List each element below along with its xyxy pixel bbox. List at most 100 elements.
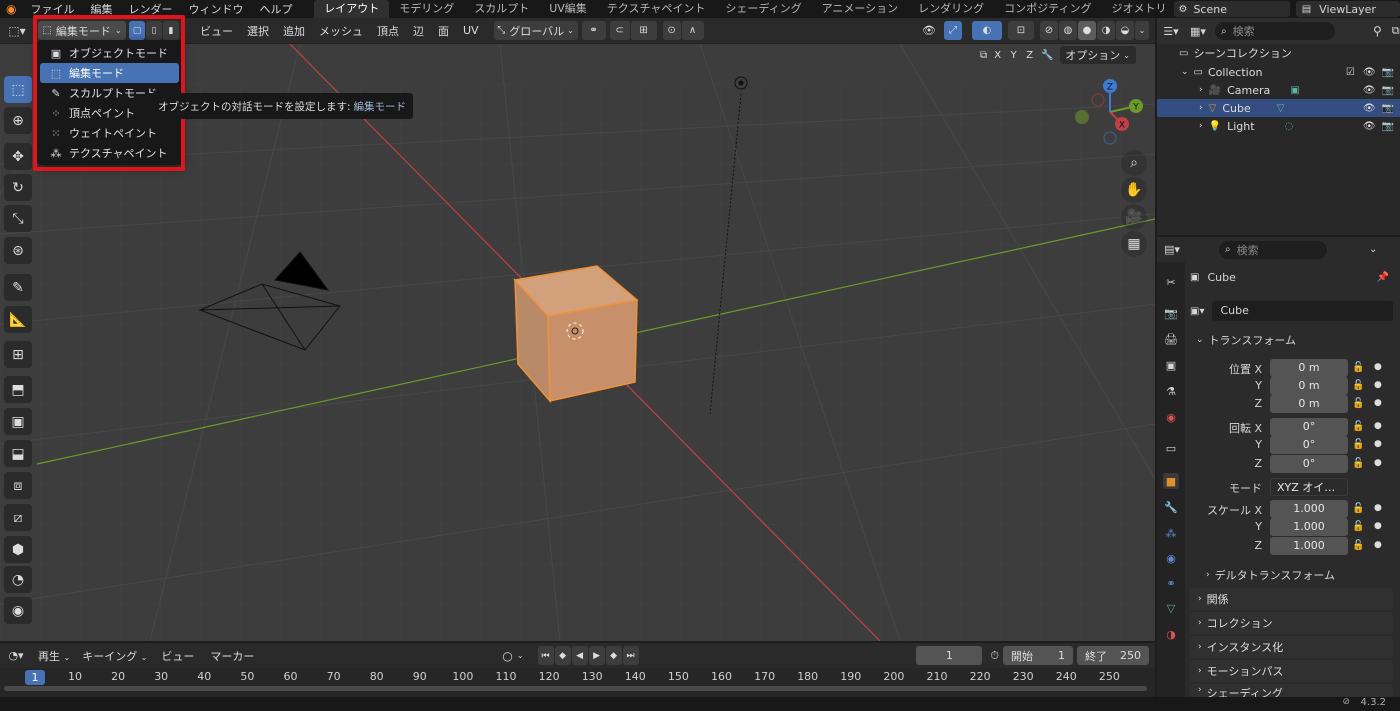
constraints-icon[interactable]: ⚭ — [1163, 575, 1179, 591]
eye-icon[interactable]: 👁 — [1363, 85, 1376, 96]
scale-z-field[interactable]: 1.000 — [1270, 537, 1348, 555]
cursor-tool[interactable]: ⊕ — [4, 107, 32, 134]
lock-icon[interactable]: 🔓 — [1352, 421, 1364, 432]
keyframe-dot-icon[interactable]: ● — [1374, 398, 1382, 408]
render-shading-button[interactable]: ◒ — [1116, 21, 1134, 40]
scale-x-field[interactable]: 1.000 — [1270, 500, 1348, 518]
play-button[interactable]: ▶ — [588, 646, 605, 665]
keyframe-dot-icon[interactable]: ● — [1374, 458, 1382, 468]
view-layer-icon[interactable]: ▣ — [1163, 357, 1179, 373]
face-select-button[interactable]: ▮ — [163, 21, 179, 40]
move-tool[interactable]: ✥ — [4, 143, 32, 170]
overlays-button[interactable]: ◐ — [972, 21, 1002, 40]
outliner-search[interactable]: ⌕ 検索 — [1215, 22, 1335, 40]
outliner-scene-collection[interactable]: ▭ シーンコレクション — [1157, 44, 1400, 62]
shading-options-button[interactable]: ⌄ — [1135, 21, 1149, 40]
object-name-field[interactable]: Cube — [1212, 301, 1393, 321]
wire-shading-button[interactable]: ◍ — [1059, 21, 1077, 40]
scene-selector[interactable]: ⚙ Scene — [1174, 1, 1290, 17]
keyframe-dot-icon[interactable]: ● — [1374, 362, 1382, 372]
mode-item-weight-paint[interactable]: ⁙ ウェイトペイント — [40, 123, 179, 143]
lock-icon[interactable]: 🔓 — [1352, 439, 1364, 450]
section-shading[interactable]: › シェーディング — [1190, 684, 1393, 697]
lock-icon[interactable]: 🔓 — [1352, 398, 1364, 409]
camera-render-icon[interactable]: 📷 — [1382, 67, 1394, 78]
visibility-button[interactable]: 👁 — [916, 21, 942, 40]
zoom-icon[interactable]: ⌕ — [1121, 150, 1147, 176]
chevron-down-icon[interactable]: ⌄ — [1369, 244, 1377, 255]
poly-build-tool[interactable]: ⬢ — [4, 536, 32, 563]
keyframe-dot-icon[interactable]: ● — [1374, 521, 1382, 531]
tab-modeling[interactable]: モデリング — [389, 0, 464, 18]
mode-item-texture-paint[interactable]: ⁂ テクスチャペイント — [40, 143, 179, 163]
tab-uv-editing[interactable]: UV編集 — [539, 0, 597, 18]
camera-render-icon[interactable]: 📷 — [1382, 121, 1394, 132]
outliner-item-cube[interactable]: › ▽ Cube ▽ 👁 📷 — [1157, 99, 1400, 117]
editor-type-button[interactable]: ▤▾ — [1157, 243, 1187, 256]
collection-icon[interactable]: ▭ — [1163, 440, 1179, 456]
material-shading-button[interactable]: ◑ — [1097, 21, 1115, 40]
measure-tool[interactable]: 📐 — [4, 306, 32, 333]
menu-vertex[interactable]: 頂点 — [370, 23, 406, 39]
bevel-tool[interactable]: ⬓ — [4, 440, 32, 467]
eye-icon[interactable]: 👁 — [1363, 121, 1376, 132]
camera-render-icon[interactable]: 📷 — [1382, 85, 1394, 96]
lock-icon[interactable]: 🔓 — [1352, 458, 1364, 469]
menu-playback[interactable]: 再生 ⌄ — [32, 648, 76, 664]
pin-icon[interactable]: 📌 — [1377, 272, 1389, 283]
tab-rendering[interactable]: レンダリング — [908, 0, 994, 18]
timeline-scrollbar[interactable] — [4, 686, 1147, 691]
options-dropdown[interactable]: オプション ⌄ — [1059, 46, 1136, 64]
jump-keyframe-back-button[interactable]: ◆ — [554, 646, 571, 665]
menu-keying[interactable]: キーイング ⌄ — [76, 648, 153, 664]
current-frame-marker[interactable]: 1 — [25, 670, 45, 685]
navigation-gizmo[interactable]: Y Z X — [1070, 72, 1150, 152]
delta-transform-header[interactable]: › デルタトランスフォーム — [1206, 566, 1386, 584]
mode-item-edit[interactable]: ⬚ 編集モード — [40, 63, 179, 83]
keyframe-dot-icon[interactable]: ● — [1374, 540, 1382, 550]
menu-help[interactable]: ヘルプ — [251, 1, 300, 17]
tab-layout[interactable]: レイアウト — [314, 0, 390, 18]
auto-keying-button[interactable]: ○ — [502, 649, 512, 663]
rotation-y-field[interactable]: 0° — [1270, 436, 1348, 454]
section-instancing[interactable]: › インスタンス化 — [1190, 636, 1393, 658]
inset-tool[interactable]: ▣ — [4, 408, 32, 435]
mode-item-object[interactable]: ▣ オブジェクトモード — [40, 43, 179, 63]
output-icon[interactable]: 🖨 — [1163, 331, 1179, 347]
keyframe-dot-icon[interactable]: ● — [1374, 503, 1382, 513]
filter-icon[interactable]: ⚲ — [1373, 24, 1382, 38]
location-z-field[interactable]: 0 m — [1270, 395, 1348, 413]
start-frame-field[interactable]: 開始 1 — [1003, 646, 1073, 665]
mirror-x-toggle[interactable]: X — [990, 47, 1006, 63]
falloff-button[interactable]: ∧ — [681, 21, 704, 40]
menu-select[interactable]: 選択 — [240, 23, 276, 39]
lock-icon[interactable]: 🔓 — [1352, 540, 1364, 551]
tab-texture-paint[interactable]: テクスチャペイント — [597, 0, 716, 18]
object-properties-icon[interactable]: ■ — [1163, 473, 1179, 489]
render-icon[interactable]: 📷 — [1163, 305, 1179, 321]
physics-icon[interactable]: ◉ — [1163, 550, 1179, 566]
menu-mesh[interactable]: メッシュ — [312, 23, 370, 39]
modifier-wrench-icon[interactable]: 🔧 — [1163, 499, 1179, 515]
menu-view[interactable]: ビュー — [153, 648, 202, 664]
menu-window[interactable]: ウィンドウ — [180, 1, 251, 17]
menu-view[interactable]: ビュー — [193, 23, 240, 39]
viewlayer-selector[interactable]: ▤ ViewLayer — [1295, 1, 1400, 17]
menu-edit[interactable]: 編集 — [82, 1, 120, 17]
display-mode-button[interactable]: ▦▾ — [1185, 25, 1211, 38]
pan-hand-icon[interactable]: ✋ — [1121, 177, 1147, 203]
lock-icon[interactable]: 🔓 — [1352, 362, 1364, 373]
smooth-tool[interactable]: ◉ — [4, 597, 32, 624]
keyframe-dot-icon[interactable]: ● — [1374, 421, 1382, 431]
edge-select-button[interactable]: ▯ — [146, 21, 162, 40]
menu-marker[interactable]: マーカー — [202, 648, 262, 664]
tab-geometry[interactable]: ジオメトリ — [1101, 0, 1170, 18]
rotation-x-field[interactable]: 0° — [1270, 418, 1348, 436]
lock-icon[interactable]: 🔓 — [1352, 503, 1364, 514]
play-reverse-button[interactable]: ◀ — [571, 646, 588, 665]
properties-search[interactable]: ⌕ 検索 — [1219, 240, 1327, 259]
menu-render[interactable]: レンダー — [120, 1, 180, 17]
proportional-edit-button[interactable]: ⊙ — [662, 21, 681, 40]
particles-icon[interactable]: ⁂ — [1163, 525, 1179, 541]
extrude-tool[interactable]: ⬒ — [4, 376, 32, 403]
